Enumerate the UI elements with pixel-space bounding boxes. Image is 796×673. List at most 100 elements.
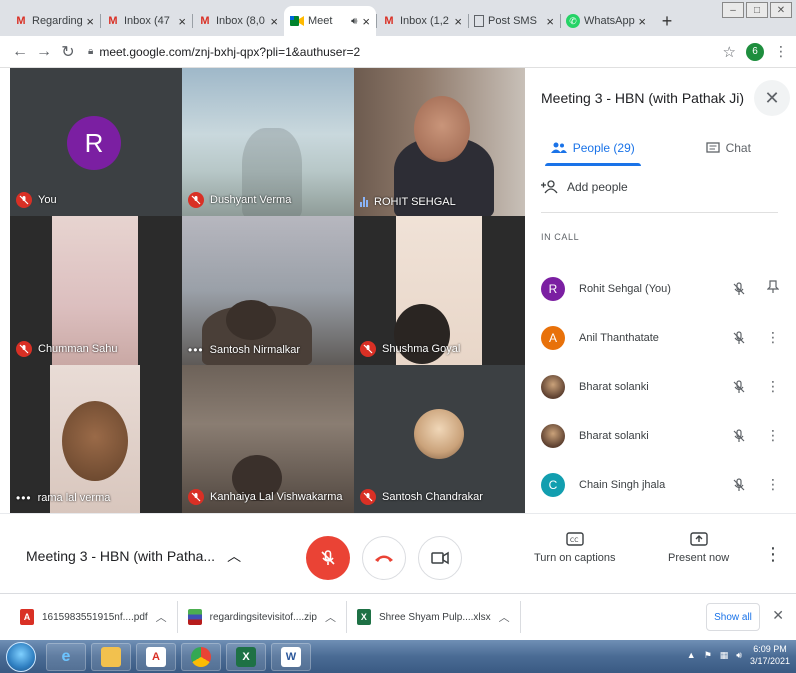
more-vert-icon[interactable]: ⋮ [765, 427, 781, 444]
taskbar-ie[interactable]: e [46, 642, 86, 671]
mic-off-icon[interactable] [729, 281, 749, 296]
tab-whatsapp[interactable]: ✆ WhatsApp × [560, 6, 652, 36]
maximize-button[interactable]: □ [746, 2, 768, 18]
video-tile-santosh-n[interactable]: ••• Santosh Nirmalkar [182, 216, 354, 365]
taskbar-acrobat[interactable]: A [136, 642, 176, 671]
tab-people-label: People (29) [572, 141, 635, 155]
flag-icon[interactable]: ⚑ [704, 650, 712, 661]
video-tile-rama[interactable]: ••• rama lal verma [10, 365, 182, 513]
meeting-details-button[interactable]: Meeting 3 - HBN (with Patha... ︿ [26, 546, 241, 566]
download-item[interactable]: regardingsitevisitof....zip ︿ [178, 601, 347, 633]
tab-chat[interactable]: Chat [661, 130, 796, 166]
more-vert-icon[interactable]: ⋮ [765, 378, 781, 395]
download-item[interactable]: X Shree Shyam Pulp....xlsx ︿ [347, 601, 521, 633]
mic-off-icon[interactable] [729, 330, 749, 345]
address-bar[interactable]: 🔒︎ meet.google.com/znj-bxhj-qpx?pli=1&au… [80, 40, 723, 64]
participant-row[interactable]: A Anil Thanthatate ⋮ [541, 313, 781, 362]
show-hidden-icons-icon[interactable]: ▲ [687, 650, 696, 660]
captions-button[interactable]: CC Turn on captions [534, 532, 616, 564]
present-now-button[interactable]: Present now [668, 532, 729, 564]
close-window-button[interactable]: ✕ [770, 2, 792, 18]
video-tile-chumman[interactable]: Chumman Sahu [10, 216, 182, 365]
gmail-icon: M [108, 15, 118, 27]
windows-taskbar: e A X W ▲ ⚑ ▦ 🔊︎ 6:09 PM 3/17/2021 [0, 640, 796, 673]
tab-inbox-1[interactable]: M Inbox (1,2 × [376, 6, 468, 36]
tile-name: Chumman Sahu [16, 341, 118, 357]
close-tab-icon[interactable]: × [86, 14, 94, 29]
taskbar-explorer[interactable] [91, 642, 131, 671]
mic-off-icon[interactable] [729, 428, 749, 443]
whatsapp-icon: ✆ [566, 14, 580, 28]
mic-off-icon[interactable] [729, 379, 749, 394]
chevron-up-icon[interactable]: ︿ [156, 609, 167, 625]
clock[interactable]: 6:09 PM 3/17/2021 [750, 643, 790, 667]
video-tile-you[interactable]: R You [10, 68, 182, 216]
video-tile-santosh-c[interactable]: Santosh Chandrakar [354, 365, 525, 513]
tile-name-text: Santosh Chandrakar [382, 491, 483, 503]
taskbar-excel[interactable]: X [226, 642, 266, 671]
taskbar-word[interactable]: W [271, 642, 311, 671]
close-tab-icon[interactable]: × [178, 14, 186, 29]
gmail-icon: M [200, 15, 210, 27]
add-people-button[interactable]: Add people [541, 180, 628, 194]
mic-off-icon [16, 192, 32, 208]
pin-icon[interactable] [765, 280, 781, 297]
network-icon[interactable]: ▦ [720, 650, 729, 661]
camera-toggle-button[interactable] [418, 536, 462, 580]
tab-inbox-47[interactable]: M Inbox (47 × [100, 6, 192, 36]
video-tile-dushyant[interactable]: Dushyant Verma [182, 68, 354, 216]
more-options-icon[interactable]: ⋮ [764, 544, 782, 565]
browser-menu-icon[interactable]: ⋮ [774, 43, 788, 60]
more-vert-icon[interactable]: ⋮ [765, 329, 781, 346]
minimize-button[interactable]: – [722, 2, 744, 18]
forward-arrow-icon[interactable]: → [32, 43, 56, 61]
participant-row[interactable]: Bharat solanki ⋮ [541, 411, 781, 460]
leave-call-button[interactable] [362, 536, 406, 580]
show-all-downloads-button[interactable]: Show all [706, 603, 760, 631]
tile-name-text: You [38, 194, 57, 206]
close-downloads-icon[interactable]: ✕ [772, 607, 784, 624]
downloads-bar: A 1615983551915nf....pdf ︿ regardingsite… [0, 593, 796, 640]
more-vert-icon[interactable]: ⋮ [765, 476, 781, 493]
mic-toggle-button[interactable] [306, 536, 350, 580]
chrome-icon [191, 646, 211, 667]
document-icon [474, 15, 484, 27]
tab-regarding[interactable]: M Regarding × [8, 6, 100, 36]
close-tab-icon[interactable]: × [638, 14, 646, 29]
word-icon: W [281, 646, 301, 667]
chevron-up-icon[interactable]: ︿ [325, 609, 336, 625]
video-tile-kanhaiya[interactable]: Kanhaiya Lal Vishwakarma [182, 365, 354, 513]
chat-icon [705, 142, 720, 153]
participant-row[interactable]: R Rohit Sehgal (You) [541, 264, 781, 313]
download-item[interactable]: A 1615983551915nf....pdf ︿ [10, 601, 178, 633]
video-tile-rohit[interactable]: ROHIT SEHGAL [354, 68, 525, 216]
meet-icon [290, 14, 304, 28]
tab-post-sms[interactable]: Post SMS × [468, 6, 560, 36]
people-icon [550, 142, 567, 153]
mic-off-icon[interactable] [729, 477, 749, 492]
close-tab-icon[interactable]: × [546, 14, 554, 29]
chevron-up-icon[interactable]: ︿ [499, 609, 510, 625]
closed-captions-icon: CC [566, 532, 584, 546]
profile-avatar[interactable]: 6 [746, 42, 764, 61]
new-tab-button[interactable]: + [652, 6, 682, 36]
video-tile-shushma[interactable]: Shushma Goyal [354, 216, 525, 365]
tile-name-text: rama lal verma [37, 492, 111, 504]
participant-row[interactable]: C Chain Singh jhala ⋮ [541, 460, 781, 509]
close-tab-icon[interactable]: × [270, 14, 278, 29]
tab-inbox-8[interactable]: M Inbox (8,0 × [192, 6, 284, 36]
tab-meet[interactable]: Meet 🔊︎ × [284, 6, 376, 36]
volume-icon[interactable]: 🔊︎ [736, 650, 742, 661]
close-tab-icon[interactable]: × [362, 14, 370, 29]
browser-tab-strip: M Regarding × M Inbox (47 × M Inbox (8,0… [0, 0, 796, 36]
back-arrow-icon[interactable]: ← [8, 43, 32, 61]
close-tab-icon[interactable]: × [454, 14, 462, 29]
participant-row[interactable]: Bharat solanki ⋮ [541, 362, 781, 411]
bookmark-star-icon[interactable]: ☆ [723, 43, 736, 61]
start-button[interactable] [6, 641, 36, 672]
tab-people[interactable]: People (29) [525, 130, 661, 166]
tile-name: ROHIT SEHGAL [360, 196, 456, 208]
reload-icon[interactable]: ↻ [56, 42, 80, 62]
close-panel-button[interactable]: ✕ [754, 80, 790, 116]
taskbar-chrome[interactable] [181, 642, 221, 671]
